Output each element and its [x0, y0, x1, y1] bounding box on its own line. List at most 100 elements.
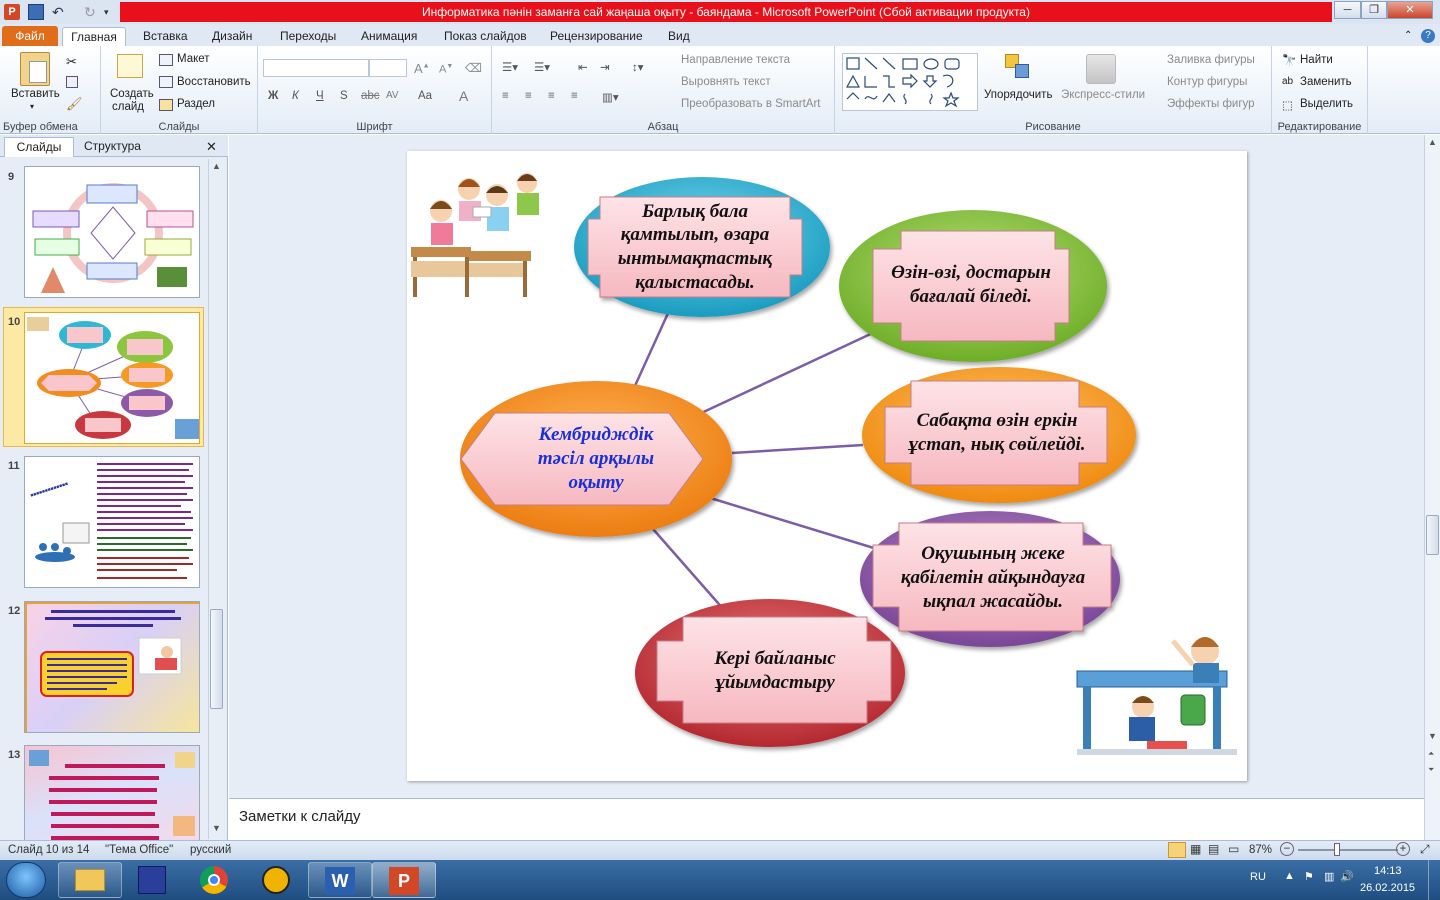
slide-sorter-view-icon[interactable]: ▦ — [1190, 842, 1201, 856]
shape-fill-button[interactable]: Заливка фигуры — [1167, 54, 1255, 66]
taskbar-app[interactable] — [244, 862, 308, 898]
save-icon[interactable] — [28, 4, 44, 20]
select-button[interactable]: Выделить — [1300, 98, 1353, 110]
clear-formatting-icon[interactable]: ⌫ — [465, 61, 482, 75]
slideshow-view-icon[interactable]: ▭ — [1228, 842, 1239, 856]
taskbar-explorer[interactable] — [58, 862, 122, 898]
shape-effects-button[interactable]: Эффекты фигур — [1167, 98, 1255, 110]
tab-transitions[interactable]: Переходы — [280, 27, 336, 46]
paste-dropdown-icon[interactable]: ▾ — [30, 102, 34, 111]
text-direction-button[interactable]: Направление текста — [681, 54, 790, 66]
italic-button[interactable]: К — [292, 90, 299, 102]
paste-button[interactable]: Вставить — [11, 88, 60, 100]
taskbar-save-app[interactable] — [120, 862, 184, 898]
copy-icon[interactable] — [66, 76, 78, 88]
taskbar-word[interactable]: W — [308, 862, 372, 898]
tab-home[interactable]: Главная — [62, 27, 126, 46]
reset-button[interactable]: Восстановить — [177, 76, 251, 88]
zoom-level[interactable]: 87% — [1249, 844, 1272, 856]
format-painter-icon[interactable]: 🖌 — [66, 96, 83, 112]
zoom-in-icon[interactable]: + — [1396, 842, 1410, 856]
powerpoint-app-icon[interactable]: P — [4, 4, 20, 20]
tab-review[interactable]: Рецензирование — [550, 27, 643, 46]
volume-icon[interactable]: 🔊 — [1340, 870, 1354, 883]
arrange-icon[interactable] — [1005, 54, 1035, 84]
network-icon[interactable]: ▥ — [1324, 870, 1334, 883]
taskbar-powerpoint[interactable]: P — [372, 862, 436, 898]
minimize-button[interactable]: ─ — [1334, 1, 1361, 19]
customize-qat-icon[interactable]: ▾ — [104, 4, 120, 20]
close-pane-icon[interactable]: ✕ — [206, 137, 217, 157]
slide-thumbnail-11[interactable]: ■■■■■■■■■■■■■ — [24, 456, 200, 588]
next-slide-icon[interactable]: ⏷ — [1428, 765, 1434, 775]
language-indicator[interactable]: русский — [190, 844, 231, 856]
fit-to-window-icon[interactable]: ⤢ — [1420, 842, 1430, 857]
line-spacing-icon[interactable]: ↕▾ — [632, 60, 644, 74]
slides-pane-scrollbar[interactable]: ▲ ▼ — [208, 159, 224, 839]
show-hidden-icons[interactable]: ▲ — [1284, 870, 1295, 882]
scroll-up-arrow[interactable]: ▲ — [1428, 137, 1437, 147]
replace-button[interactable]: Заменить — [1300, 76, 1352, 88]
zoom-slider[interactable] — [1298, 849, 1398, 851]
reading-view-icon[interactable]: ▤ — [1208, 842, 1219, 856]
tab-insert[interactable]: Вставка — [143, 27, 188, 46]
numbering-icon[interactable]: ☰▾ — [534, 60, 550, 74]
start-button[interactable] — [6, 862, 46, 898]
action-center-icon[interactable]: ⚑ — [1304, 870, 1314, 883]
shapes-gallery[interactable] — [842, 53, 978, 111]
slide-thumbnail-13[interactable] — [24, 745, 200, 840]
tab-design[interactable]: Дизайн — [212, 27, 252, 46]
taskbar-chrome[interactable] — [182, 862, 246, 898]
find-button[interactable]: Найти — [1300, 54, 1333, 66]
char-spacing-button[interactable]: AV — [386, 90, 399, 101]
justify-icon[interactable]: ≡ — [571, 90, 578, 102]
new-slide-button-line1[interactable]: Создать — [110, 88, 154, 100]
scroll-thumb[interactable] — [210, 609, 223, 709]
align-text-button[interactable]: Выровнять текст — [681, 76, 771, 88]
slide-thumbnail-10[interactable] — [24, 312, 200, 444]
zoom-slider-thumb[interactable] — [1334, 843, 1340, 856]
align-right-icon[interactable]: ≡ — [548, 90, 555, 102]
convert-smartart-button[interactable]: Преобразовать в SmartArt — [681, 98, 821, 110]
redo-icon[interactable]: ↻ — [84, 4, 100, 20]
tab-outline[interactable]: Структура — [84, 137, 141, 157]
scroll-thumb[interactable] — [1426, 515, 1439, 555]
tab-animation[interactable]: Анимация — [361, 27, 417, 46]
clock-time[interactable]: 14:13 — [1374, 865, 1402, 877]
clock-date[interactable]: 26.02.2015 — [1360, 882, 1415, 894]
tab-file[interactable]: Файл — [2, 26, 58, 46]
slide-thumbnail-12[interactable] — [24, 601, 200, 733]
paste-icon[interactable] — [20, 52, 50, 86]
theme-name[interactable]: "Тема Office" — [105, 844, 173, 856]
columns-icon[interactable]: ▥▾ — [602, 90, 619, 104]
align-center-icon[interactable]: ≡ — [525, 90, 532, 102]
decrease-indent-icon[interactable]: ⇤ — [578, 60, 588, 74]
notes-placeholder[interactable]: Заметки к слайду — [239, 808, 361, 825]
previous-slide-icon[interactable]: ⏶ — [1428, 749, 1434, 759]
layout-button[interactable]: Макет — [177, 53, 210, 65]
section-button[interactable]: Раздел — [177, 98, 215, 110]
new-slide-icon[interactable] — [117, 54, 143, 78]
font-color-button[interactable]: A — [459, 88, 468, 104]
increase-indent-icon[interactable]: ⇥ — [600, 60, 610, 74]
cut-icon[interactable]: ✂ — [66, 54, 77, 70]
change-case-button[interactable]: Aa — [418, 90, 432, 102]
slide-thumbnail-9[interactable] — [24, 166, 200, 298]
scroll-down-arrow[interactable]: ▼ — [212, 823, 221, 833]
new-slide-button-line2[interactable]: слайд — [112, 101, 144, 113]
shape-outline-button[interactable]: Контур фигуры — [1167, 76, 1247, 88]
normal-view-icon[interactable] — [1168, 842, 1186, 858]
quick-styles-icon[interactable] — [1086, 54, 1116, 84]
scroll-down-arrow[interactable]: ▼ — [1428, 731, 1437, 741]
keyboard-language[interactable]: RU — [1250, 871, 1266, 883]
strikethrough-button[interactable]: abc — [361, 90, 380, 102]
undo-icon[interactable]: ↶ — [52, 4, 68, 20]
current-slide[interactable]: Кембридждік тәсіл арқылы оқыту Барлық ба… — [407, 151, 1247, 781]
bold-button[interactable]: Ж — [268, 90, 278, 102]
tab-slideshow[interactable]: Показ слайдов — [444, 27, 527, 46]
zoom-out-icon[interactable]: − — [1280, 842, 1294, 856]
help-icon[interactable]: ? — [1421, 29, 1435, 43]
tab-view[interactable]: Вид — [668, 27, 690, 46]
slide-scrollbar[interactable]: ▲ ▼ ⏶ ⏷ — [1424, 135, 1440, 840]
restore-button[interactable]: ❐ — [1361, 1, 1387, 19]
